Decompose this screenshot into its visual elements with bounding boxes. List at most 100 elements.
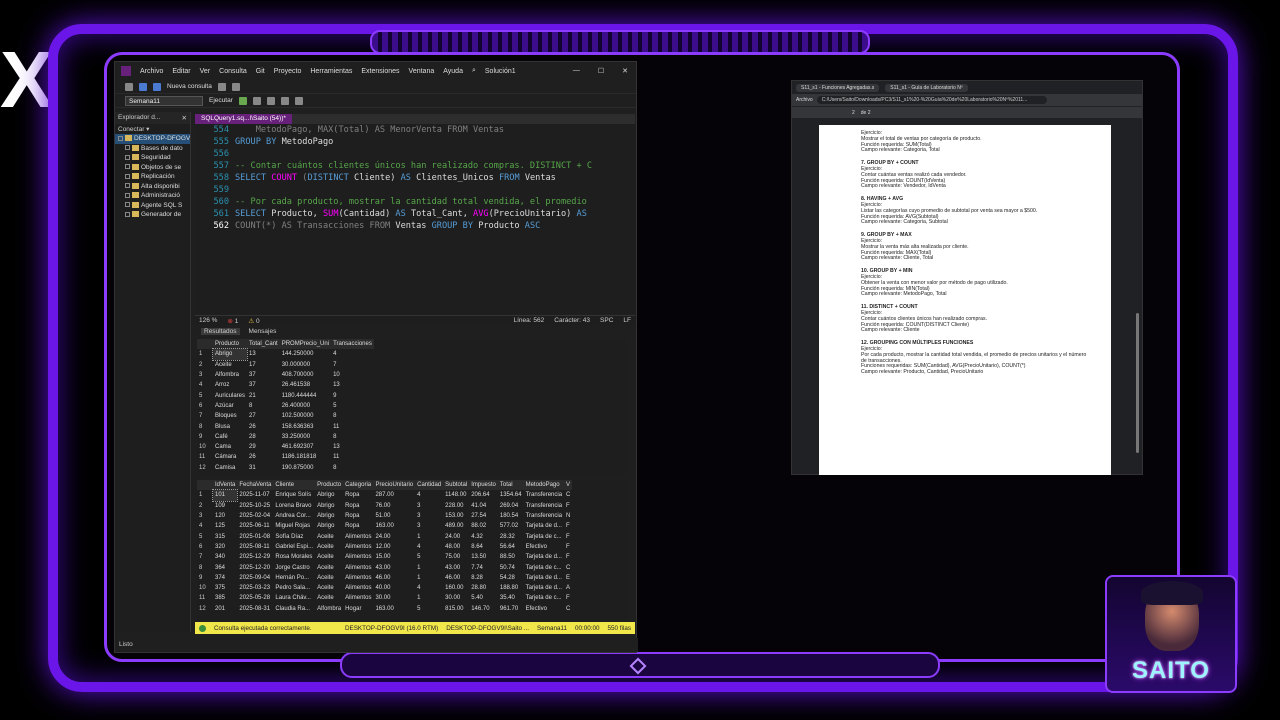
table-cell[interactable]: 11	[197, 452, 213, 462]
table-cell[interactable]: Arroz	[213, 380, 247, 390]
undo-icon[interactable]	[217, 82, 226, 91]
table-cell[interactable]: Efectivo	[524, 542, 564, 552]
close-icon[interactable]: ✕	[622, 67, 628, 75]
table-cell[interactable]: 13	[331, 442, 374, 452]
table-cell[interactable]: 153.00	[443, 511, 469, 521]
table-cell[interactable]: A	[564, 583, 572, 593]
table-cell[interactable]: Auriculares	[213, 390, 247, 400]
comment-icon[interactable]	[294, 96, 303, 105]
code-line[interactable]: 562 COUNT(*) AS Transacciones FROM Ventas…	[195, 220, 635, 232]
results-grid-1[interactable]: Producto Total_Cant PROMPrecio_Uni Transacc…	[197, 339, 627, 474]
table-cell[interactable]: 6	[197, 401, 213, 411]
table-cell[interactable]: 489.00	[443, 521, 469, 531]
column-header[interactable]: Total_Cant	[247, 339, 280, 350]
table-cell[interactable]: 2	[197, 360, 213, 370]
table-cell[interactable]: 2025-11-07	[237, 490, 273, 500]
table-cell[interactable]: F	[564, 501, 572, 511]
table-cell[interactable]: Alimentos	[343, 562, 373, 572]
column-header[interactable]: Cantidad	[415, 480, 444, 491]
table-cell[interactable]: 15.00	[373, 552, 415, 562]
table-row[interactable]: 9 374 2025-09-04 Hernán Po... Aceite Alimento…	[197, 573, 572, 583]
table-row[interactable]: 6 Azúcar 8 26.400000 5	[197, 401, 374, 411]
table-cell[interactable]: Blusa	[213, 421, 247, 431]
table-cell[interactable]: C	[564, 604, 572, 614]
table-cell[interactable]: Abrigo	[315, 511, 343, 521]
table-cell[interactable]: F	[564, 521, 572, 531]
save-icon[interactable]	[139, 82, 147, 91]
table-cell[interactable]: 40.00	[373, 583, 415, 593]
table-cell[interactable]: 76.00	[373, 501, 415, 511]
table-cell[interactable]: 11	[197, 593, 213, 603]
code-line[interactable]: 554 MetodoPago, MAX(Total) AS MenorVenta…	[195, 124, 635, 136]
error-count[interactable]: ⊗ 1	[227, 317, 238, 325]
table-cell[interactable]: Alimentos	[343, 583, 373, 593]
table-cell[interactable]: 1180.444444	[280, 390, 331, 400]
page-number-input[interactable]: 2	[852, 110, 855, 116]
table-cell[interactable]: Efectivo	[524, 604, 564, 614]
table-cell[interactable]: 201	[213, 604, 237, 614]
table-cell[interactable]: Tarjeta de c...	[524, 562, 564, 572]
table-cell[interactable]: 190.875000	[280, 463, 331, 473]
table-cell[interactable]: 815.00	[443, 604, 469, 614]
table-cell[interactable]: Tarjeta de d...	[524, 573, 564, 583]
table-cell[interactable]: 26	[247, 421, 280, 431]
table-cell[interactable]: 206.64	[469, 490, 498, 500]
table-cell[interactable]: 3	[415, 521, 443, 531]
table-cell[interactable]: 3	[415, 511, 443, 521]
menu-item-extensiones[interactable]: Extensiones	[361, 68, 399, 75]
table-cell[interactable]: 5	[197, 390, 213, 400]
table-cell[interactable]: 26	[247, 452, 280, 462]
table-cell[interactable]: 269.04	[498, 501, 524, 511]
table-cell[interactable]: Tarjeta de d...	[524, 583, 564, 593]
tab-sqlquery1[interactable]: SQLQuery1.sq...I\Saito (54))*	[195, 114, 292, 124]
menu-item-ver[interactable]: Ver	[200, 68, 211, 75]
table-cell[interactable]: 7.74	[469, 562, 498, 572]
table-cell[interactable]: Aceite	[213, 360, 247, 370]
table-cell[interactable]: 228.00	[443, 501, 469, 511]
table-cell[interactable]: F	[564, 593, 572, 603]
table-cell[interactable]: 4	[415, 583, 443, 593]
table-cell[interactable]: 46.00	[373, 573, 415, 583]
expand-icon[interactable]	[125, 211, 130, 217]
table-cell[interactable]: N	[564, 511, 572, 521]
table-cell[interactable]: 2025-06-11	[237, 521, 273, 531]
table-cell[interactable]: 30.00	[443, 593, 469, 603]
table-cell[interactable]: 17	[247, 360, 280, 370]
table-cell[interactable]: 11	[331, 421, 374, 431]
table-row[interactable]: 11 Cámara 26 1186.181818 11	[197, 452, 374, 462]
table-cell[interactable]: 375	[213, 583, 237, 593]
table-cell[interactable]: 961.70	[498, 604, 524, 614]
table-cell[interactable]: 5	[415, 604, 443, 614]
table-row[interactable]: 3 Alfombra 37 408.700000 10	[197, 370, 374, 380]
table-cell[interactable]: 146.70	[469, 604, 498, 614]
table-cell[interactable]: 4	[197, 380, 213, 390]
browser-tab-2[interactable]: S11_s1 - Guía de Laboratorio Nº	[885, 83, 968, 92]
table-cell[interactable]: Transferencia	[524, 511, 564, 521]
database-select[interactable]: Semana11	[125, 95, 203, 106]
table-cell[interactable]: Cama	[213, 442, 247, 452]
table-cell[interactable]: 8	[331, 463, 374, 473]
column-header[interactable]	[197, 480, 213, 491]
table-cell[interactable]: 3	[197, 511, 213, 521]
close-icon[interactable]: ✕	[182, 114, 187, 122]
column-header[interactable]: IdVenta	[213, 480, 238, 491]
table-cell[interactable]: 88.50	[498, 552, 524, 562]
table-cell[interactable]: 8	[197, 562, 213, 572]
table-cell[interactable]: Aceite	[315, 573, 343, 583]
table-cell[interactable]: Tarjeta de d...	[524, 521, 564, 531]
maximize-icon[interactable]: ☐	[598, 67, 604, 75]
table-cell[interactable]: 7	[197, 552, 213, 562]
table-cell[interactable]: 3	[197, 370, 213, 380]
table-cell[interactable]: 385	[213, 593, 237, 603]
table-cell[interactable]: 9	[197, 432, 213, 442]
table-cell[interactable]: F	[564, 542, 572, 552]
table-cell[interactable]: 4	[331, 349, 374, 359]
results-grid-icon[interactable]	[266, 96, 275, 105]
expand-icon[interactable]	[125, 192, 130, 198]
table-cell[interactable]: 9	[197, 573, 213, 583]
table-row[interactable]: 8 Blusa 26 158.636363 11	[197, 421, 374, 431]
table-cell[interactable]: Aceite	[315, 583, 343, 593]
table-cell[interactable]: 10	[331, 370, 374, 380]
table-cell[interactable]: 8	[197, 421, 213, 431]
table-cell[interactable]: Jorge Castro	[273, 562, 315, 572]
